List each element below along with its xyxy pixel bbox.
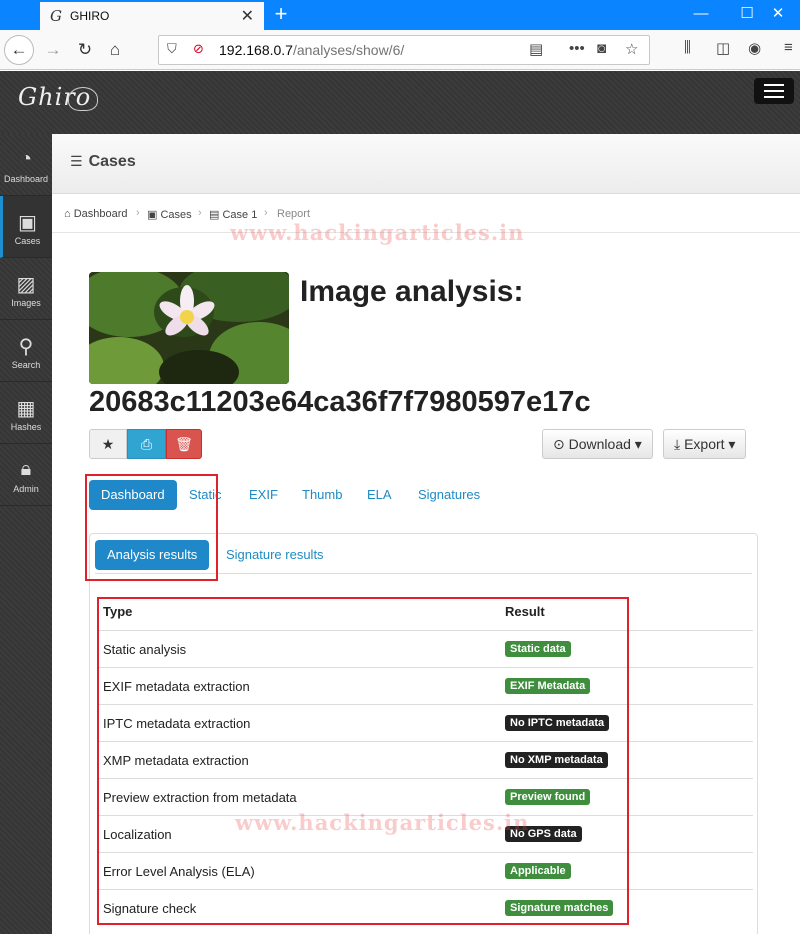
close-tab-icon[interactable]: ✕ (241, 6, 254, 26)
insecure-lock-icon[interactable]: ⊘ (193, 41, 204, 57)
briefcase-icon: ▣ (147, 209, 161, 221)
download-label: Download (568, 436, 631, 452)
breadcrumb-dashboard[interactable]: ⌂ Dashboard (64, 208, 128, 220)
sidebar-item-images[interactable]: ▨ Images (0, 258, 52, 320)
url-bar[interactable]: ⛉ ⊘ 192.168.0.7/analyses/show/6/ ▤ ••• ◙… (158, 35, 650, 65)
sidebar-item-dashboard[interactable]: ◔ Dashboard (0, 134, 52, 196)
export-dropdown-button[interactable]: ⤓ Export ▾ (663, 429, 747, 459)
export-icon: ⤓ (674, 436, 685, 452)
breadcrumb-report: Report (277, 208, 311, 220)
library-icon[interactable]: ⫼ (684, 39, 691, 56)
page-title-text: Cases (88, 153, 136, 170)
home-icon: ⌂ (64, 208, 74, 220)
bookmark-star-icon[interactable]: ☆ (625, 40, 638, 58)
sidebar-item-label: Cases (14, 236, 41, 246)
hamburger-menu-button[interactable] (754, 78, 794, 104)
breadcrumb-label: Cases (160, 209, 192, 221)
shield-icon[interactable]: ⛉ (167, 41, 177, 57)
close-window-icon[interactable]: ✕ (756, 0, 800, 30)
tab-ela[interactable]: ELA (367, 480, 392, 510)
browser-tab[interactable]: G GHIRO ✕ (40, 0, 264, 30)
export-label: Export (684, 436, 725, 452)
highlight-box-tabs (85, 474, 218, 581)
water-lily-image (89, 272, 289, 384)
reload-icon[interactable]: ↻ (70, 35, 100, 65)
download-icon: ⊙ (553, 436, 569, 452)
download-dropdown-button[interactable]: ⊙ Download ▾ (542, 429, 653, 459)
sidebar-item-label: Images (11, 298, 41, 308)
page-title: ☰ Cases (70, 153, 136, 171)
analysis-title: Image analysis: (300, 275, 524, 308)
breadcrumb-separator: › (136, 207, 140, 219)
url-text[interactable]: 192.168.0.7/analyses/show/6/ (219, 42, 404, 58)
grid-icon: ▦ (16, 398, 36, 420)
highlight-box-results (97, 597, 629, 925)
sidebar: ◔ Dashboard ▣ Cases ▨ Images ⚲ Search ▦ … (0, 134, 52, 934)
browser-tabbar: G GHIRO ✕ + — ☐ ✕ (0, 0, 800, 30)
breadcrumb-separator: › (198, 207, 202, 219)
sidebar-item-hashes[interactable]: ▦ Hashes (0, 382, 52, 444)
print-icon: ⎙ (140, 436, 153, 452)
page-actions-icon[interactable]: ••• (569, 40, 585, 57)
account-icon[interactable]: ◉ (748, 39, 761, 57)
watermark: www.hackingarticles.in (235, 810, 530, 835)
breadcrumb-cases[interactable]: ▣ Cases (147, 208, 192, 221)
browser-tab-title: GHIRO (70, 9, 110, 23)
print-button[interactable]: ⎙ (127, 429, 166, 459)
new-tab-icon[interactable]: + (270, 2, 292, 26)
logo-flower-icon (68, 87, 98, 111)
image-thumbnail (89, 272, 289, 384)
breadcrumb-separator: › (264, 207, 268, 219)
home-icon[interactable]: ⌂ (100, 35, 130, 65)
forward-arrow-icon[interactable]: → (38, 35, 68, 65)
caret-down-icon: ▾ (630, 436, 642, 452)
sidebar-item-search[interactable]: ⚲ Search (0, 320, 52, 382)
sidebar-item-label: Search (11, 360, 41, 370)
lock-icon: 🔒︎ (20, 458, 32, 480)
app-header: Ghiro (0, 71, 800, 134)
favorite-button[interactable]: ★ (89, 429, 127, 459)
tab-signatures[interactable]: Signatures (418, 480, 480, 510)
menu-icon[interactable]: ≡ (784, 39, 793, 56)
tab-exif[interactable]: EXIF (249, 480, 278, 510)
sidebar-toggle-icon[interactable]: ◫ (716, 39, 730, 57)
breadcrumb-label: Dashboard (73, 208, 128, 220)
sidebar-item-label: Admin (13, 484, 39, 494)
sidebar-item-label: Dashboard (3, 174, 49, 184)
delete-button[interactable]: 🗑︎ (166, 429, 202, 459)
caret-down-icon: ▾ (724, 436, 736, 452)
page-header: ☰ Cases (52, 134, 800, 194)
minimize-icon[interactable]: — (678, 0, 724, 30)
star-icon: ★ (101, 436, 115, 452)
watermark: www.hackingarticles.in (230, 220, 525, 245)
analysis-hash: 20683c11203e64ca36f7f7980597e17c (89, 386, 591, 418)
browser-navbar: ← → ↻ ⌂ ⛉ ⊘ 192.168.0.7/analyses/show/6/… (0, 30, 800, 70)
search-icon: ⚲ (18, 336, 34, 358)
reader-view-icon[interactable]: ▤ (529, 40, 543, 58)
book-icon: ▤ (209, 209, 223, 221)
pocket-icon[interactable]: ◙ (597, 40, 606, 57)
list-icon: ☰ (70, 153, 83, 169)
url-host: 192.168.0.7 (219, 42, 293, 58)
image-icon: ▨ (16, 274, 36, 296)
ghiro-favicon-icon: G (50, 7, 62, 25)
briefcase-icon: ▣ (18, 212, 37, 234)
trash-icon: 🗑︎ (175, 436, 193, 452)
sidebar-item-cases[interactable]: ▣ Cases (0, 196, 52, 258)
sidebar-item-admin[interactable]: 🔒︎ Admin (0, 444, 52, 506)
subtab-signature-results[interactable]: Signature results (226, 540, 324, 570)
url-path: /analyses/show/6/ (292, 42, 405, 58)
back-arrow-icon[interactable]: ← (4, 35, 34, 65)
dashboard-icon: ◔ (19, 148, 33, 170)
tab-thumb[interactable]: Thumb (302, 480, 342, 510)
sidebar-item-label: Hashes (10, 422, 42, 432)
